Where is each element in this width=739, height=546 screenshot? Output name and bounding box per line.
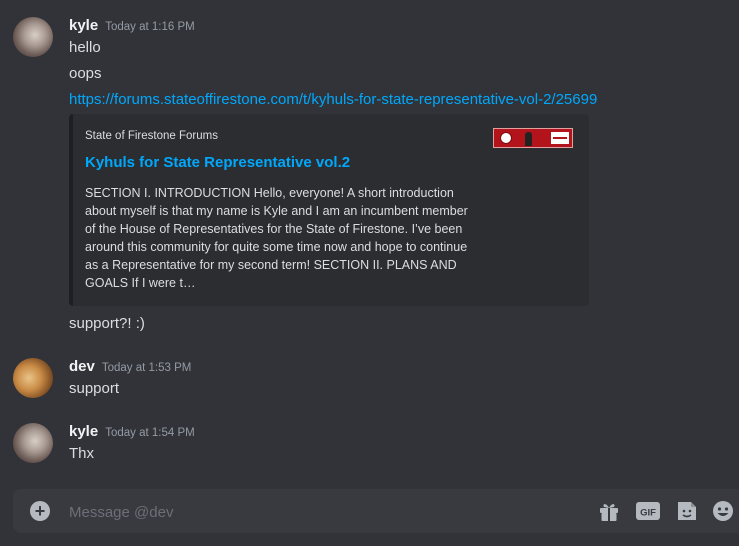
timestamp: Today at 1:54 PM	[105, 427, 195, 439]
message-text: Thx	[69, 445, 95, 462]
username[interactable]: dev	[69, 358, 95, 375]
person-icon	[525, 132, 532, 146]
gif-icon[interactable]: GIF	[636, 500, 660, 522]
username[interactable]: kyle	[69, 17, 98, 34]
emoji-icon[interactable]	[711, 500, 735, 522]
chat-view: kyle Today at 1:16 PM hello oops https://…	[0, 0, 739, 546]
message-header: kyle Today at 1:16 PM	[69, 17, 195, 34]
message-header: kyle Today at 1:54 PM	[69, 423, 195, 440]
gift-icon[interactable]	[597, 500, 621, 522]
sticker-icon[interactable]	[675, 500, 699, 522]
seal-icon	[500, 132, 512, 144]
timestamp: Today at 1:53 PM	[101, 362, 192, 374]
message-text: support	[69, 380, 120, 397]
message-text: oops	[69, 65, 102, 82]
gif-label: GIF	[640, 508, 656, 519]
avatar[interactable]	[13, 423, 53, 463]
avatar[interactable]	[13, 17, 53, 57]
message-text: hello	[69, 39, 101, 56]
timestamp: Today at 1:16 PM	[105, 21, 195, 33]
link-embed: State of Firestone Forums Kyhuls for Sta…	[69, 114, 589, 306]
message-header: dev Today at 1:53 PM	[69, 358, 191, 375]
message-input[interactable]	[67, 499, 571, 525]
username[interactable]: kyle	[69, 423, 98, 440]
embed-thumbnail[interactable]	[493, 128, 573, 148]
flag-icon	[551, 132, 569, 144]
embed-title[interactable]: Kyhuls for State Representative vol.2	[85, 154, 350, 171]
embed-description: SECTION I. INTRODUCTION Hello, everyone!…	[85, 186, 468, 290]
plus-circle-icon[interactable]: +	[30, 501, 50, 521]
message-text: https://forums.stateoffirestone.com/t/ky…	[69, 91, 597, 108]
message-composer: + GIF	[13, 489, 739, 533]
message-link[interactable]: https://forums.stateoffirestone.com/t/ky…	[69, 91, 597, 108]
avatar[interactable]	[13, 358, 53, 398]
message-text: support?! :)	[69, 315, 145, 332]
embed-provider: State of Firestone Forums	[85, 130, 218, 142]
